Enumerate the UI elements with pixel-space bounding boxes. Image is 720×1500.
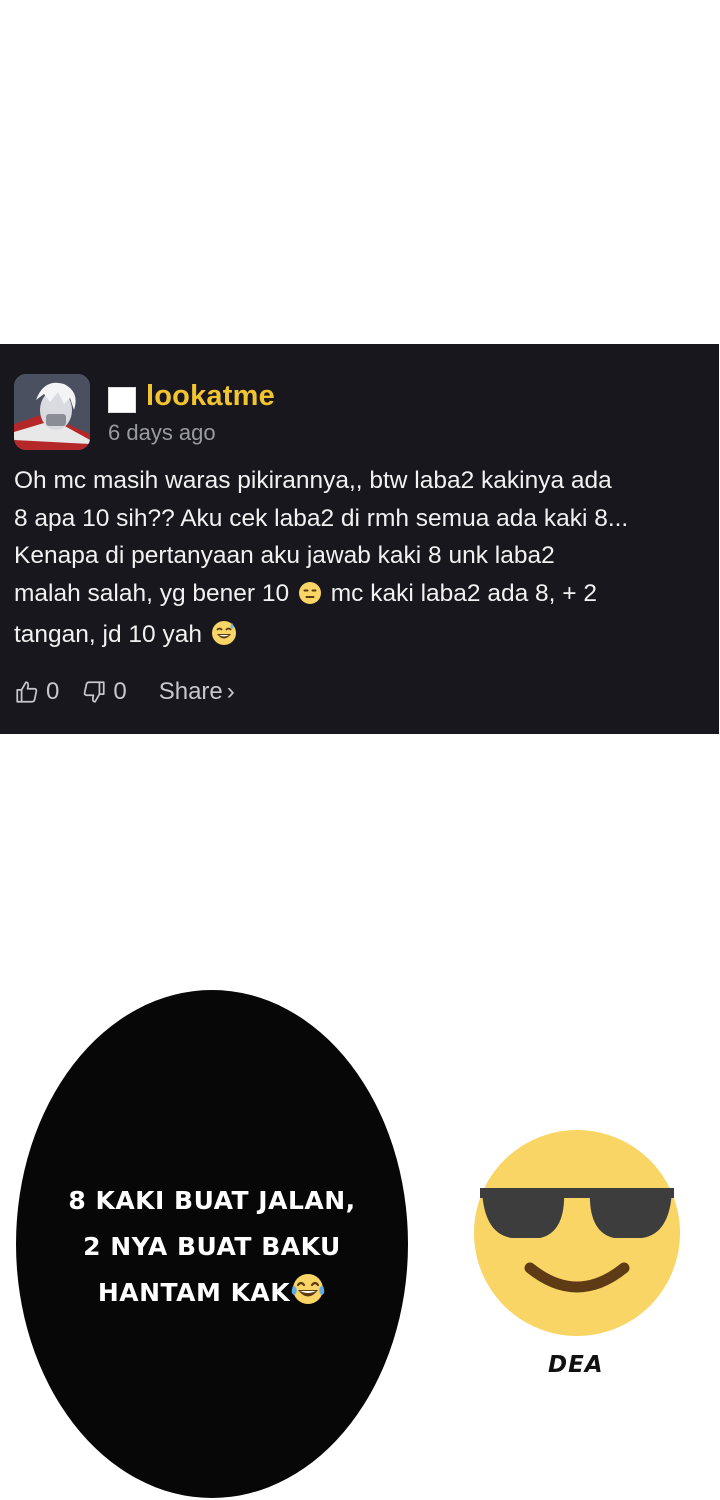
like-button[interactable]: 0 xyxy=(14,678,59,706)
comment-line: malah salah, yg bener 10 mc kaki laba2 a… xyxy=(14,575,714,617)
comment-body: Oh mc masih waras pikirannya,, btw laba2… xyxy=(14,462,714,658)
share-label: Share xyxy=(158,678,223,705)
bubble-line: 2 NYA BUAT BAKU xyxy=(83,1232,341,1261)
speech-bubble-text: 8 KAKI BUAT JALAN, 2 NYA BUAT BAKU HANTA… xyxy=(0,1178,424,1322)
user-badge xyxy=(108,387,136,413)
bubble-line: 8 KAKI BUAT JALAN, xyxy=(68,1186,356,1215)
comment-line: Kenapa di pertanyaan aku jawab kaki 8 un… xyxy=(14,542,555,569)
like-count: 0 xyxy=(46,678,60,705)
username[interactable]: lookatme xyxy=(146,380,275,413)
chevron-right-icon: › xyxy=(226,678,235,705)
tears-of-joy-icon xyxy=(290,1271,326,1322)
comment-text: mc kaki laba2 ada 8, + 2 xyxy=(330,579,598,607)
dislike-count: 0 xyxy=(113,678,127,705)
comment-actions: 0 0 Share › xyxy=(14,674,235,710)
share-button[interactable]: Share › xyxy=(159,678,235,706)
expressionless-face-icon xyxy=(298,579,322,617)
dislike-button[interactable]: 0 xyxy=(81,678,127,706)
comment-line: 8 apa 10 sih?? Aku cek laba2 di rmh semu… xyxy=(14,504,629,532)
comment-line: tangan, jd 10 yah xyxy=(14,616,714,658)
bubble-text: HANTAM KAK xyxy=(97,1278,291,1307)
bubble-line: HANTAM KAK xyxy=(0,1270,424,1322)
thumbs-up-icon xyxy=(14,679,40,705)
comment-text: malah salah, yg bener 10 xyxy=(14,579,290,607)
comment-text: tangan, jd 10 yah xyxy=(14,621,202,648)
comment-card: lookatme 6 days ago Oh mc masih waras pi… xyxy=(0,344,719,734)
comment-line: Oh mc masih waras pikirannya,, btw laba2… xyxy=(14,467,612,494)
thumbs-down-icon xyxy=(81,679,107,705)
avatar[interactable] xyxy=(14,374,90,450)
comment-timestamp: 6 days ago xyxy=(108,420,216,445)
speaker-label: DEA xyxy=(548,1352,604,1378)
sweat-smile-face-icon xyxy=(211,620,237,658)
sunglasses-face-icon xyxy=(472,1128,682,1338)
